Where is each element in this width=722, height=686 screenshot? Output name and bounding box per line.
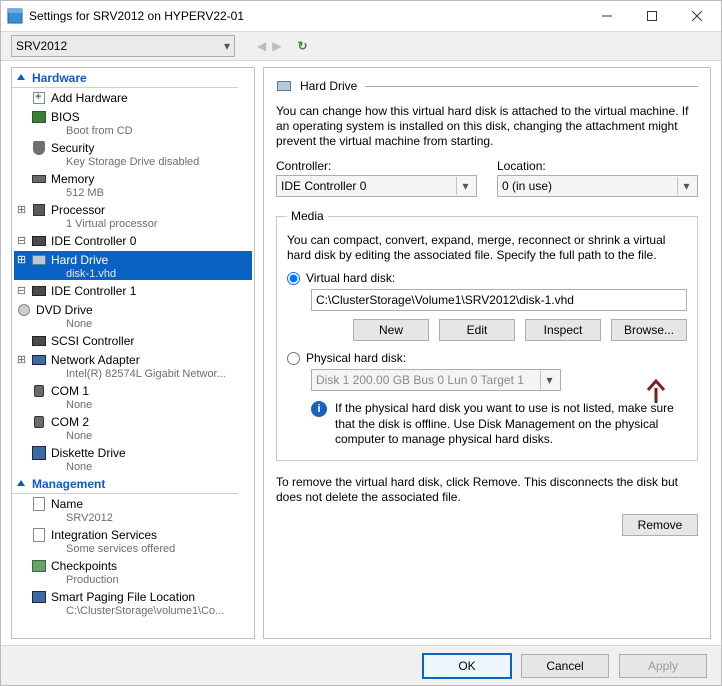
controller-icon xyxy=(31,233,47,249)
window-title: Settings for SRV2012 on HYPERV22-01 xyxy=(29,9,584,23)
expand-icon[interactable]: ⊞ xyxy=(16,355,27,366)
controller-select[interactable]: IDE Controller 0 ▾ xyxy=(276,175,477,197)
nav-back-icon[interactable]: ◀ xyxy=(257,39,266,53)
apply-button[interactable]: Apply xyxy=(619,654,707,678)
panel-intro-text: You can change how this virtual hard dis… xyxy=(276,104,698,149)
tree-node-bios[interactable]: BIOS Boot from CD xyxy=(12,107,254,138)
tree-node-security[interactable]: Security Key Storage Drive disabled xyxy=(12,138,254,169)
app-icon xyxy=(7,8,23,24)
close-button[interactable] xyxy=(674,1,719,31)
services-icon xyxy=(31,527,47,543)
chevron-down-icon: ▾ xyxy=(540,371,558,389)
tree-node-processor[interactable]: ⊞Processor 1 Virtual processor xyxy=(12,200,254,231)
vm-navigator-bar: SRV2012 ▾ ◀ ▶ ↻ xyxy=(1,31,721,61)
edit-button[interactable]: Edit xyxy=(439,319,515,341)
checkpoints-icon xyxy=(31,558,47,574)
new-button[interactable]: New xyxy=(353,319,429,341)
controller-icon xyxy=(31,333,47,349)
serial-port-icon xyxy=(31,414,47,430)
settings-tree[interactable]: Hardware Add Hardware BIOS Boot from CD … xyxy=(11,67,255,639)
serial-port-icon xyxy=(31,383,47,399)
detail-panel: Hard Drive You can change how this virtu… xyxy=(263,67,711,639)
tree-node-com1[interactable]: COM 1 None xyxy=(12,381,254,412)
expand-icon[interactable]: ⊞ xyxy=(16,255,27,266)
maximize-button[interactable] xyxy=(629,1,674,31)
refresh-icon[interactable]: ↻ xyxy=(297,39,307,53)
network-icon xyxy=(31,352,47,368)
physical-disk-select: Disk 1 200.00 GB Bus 0 Lun 0 Target 1 ▾ xyxy=(311,369,561,391)
remove-button[interactable]: Remove xyxy=(622,514,698,536)
chevron-down-icon: ▾ xyxy=(456,177,474,195)
management-section-header[interactable]: Management xyxy=(12,474,254,494)
dvd-icon xyxy=(16,302,32,318)
chevron-down-icon: ▾ xyxy=(224,39,230,53)
expand-icon[interactable]: ⊞ xyxy=(16,205,27,216)
bios-icon xyxy=(31,109,47,125)
tree-node-com2[interactable]: COM 2 None xyxy=(12,412,254,443)
media-group: Media You can compact, convert, expand, … xyxy=(276,209,698,461)
inspect-button[interactable]: Inspect xyxy=(525,319,601,341)
panel-title: Hard Drive xyxy=(300,79,357,93)
vhd-radio-input[interactable] xyxy=(287,272,300,285)
title-bar: Settings for SRV2012 on HYPERV22-01 xyxy=(1,1,721,31)
nav-forward-icon[interactable]: ▶ xyxy=(272,39,281,53)
hardware-section-header[interactable]: Hardware xyxy=(12,68,254,88)
collapse-icon[interactable]: ⊟ xyxy=(16,236,27,247)
chevron-down-icon: ▾ xyxy=(677,177,695,195)
controller-icon xyxy=(31,283,47,299)
tree-node-network[interactable]: ⊞Network Adapter Intel(R) 82574L Gigabit… xyxy=(12,350,254,381)
tree-node-hard-drive[interactable]: ⊞Hard Drive disk-1.vhd xyxy=(12,250,254,281)
tree-node-checkpoints[interactable]: Checkpoints Production xyxy=(12,556,254,587)
tree-node-smart-paging[interactable]: Smart Paging File Location C:\ClusterSto… xyxy=(12,587,254,618)
tree-node-dvd[interactable]: DVD Drive None xyxy=(12,300,254,331)
controller-label: Controller: xyxy=(276,159,477,173)
tree-node-memory[interactable]: Memory 512 MB xyxy=(12,169,254,200)
tree-node-ide0[interactable]: ⊟IDE Controller 0 xyxy=(12,231,254,250)
physical-radio-input[interactable] xyxy=(287,352,300,365)
ok-button[interactable]: OK xyxy=(423,654,511,678)
info-icon: i xyxy=(311,401,327,417)
physical-disk-info-text: If the physical hard disk you want to us… xyxy=(335,401,687,448)
remove-description: To remove the virtual hard disk, click R… xyxy=(276,475,698,506)
hard-drive-icon xyxy=(31,252,47,268)
tree-node-add-hardware[interactable]: Add Hardware xyxy=(12,88,254,107)
location-label: Location: xyxy=(497,159,698,173)
vm-selector-value: SRV2012 xyxy=(16,39,67,53)
tree-node-diskette[interactable]: Diskette Drive None xyxy=(12,443,254,474)
tree-node-name[interactable]: Name SRV2012 xyxy=(12,494,254,525)
location-select[interactable]: 0 (in use) ▾ xyxy=(497,175,698,197)
cpu-icon xyxy=(31,202,47,218)
add-hardware-icon xyxy=(31,90,47,106)
name-icon xyxy=(31,496,47,512)
shield-icon xyxy=(31,140,47,156)
media-legend: Media xyxy=(287,209,328,223)
media-description: You can compact, convert, expand, merge,… xyxy=(287,233,687,263)
minimize-button[interactable] xyxy=(584,1,629,31)
vhd-radio[interactable]: Virtual hard disk: xyxy=(287,271,687,285)
tree-node-scsi[interactable]: SCSI Controller xyxy=(12,331,254,350)
physical-radio[interactable]: Physical hard disk: xyxy=(287,351,687,365)
collapse-icon[interactable]: ⊟ xyxy=(16,286,27,297)
annotation-arrow-icon xyxy=(642,378,670,409)
hard-drive-icon xyxy=(276,78,292,94)
tree-node-integration[interactable]: Integration Services Some services offer… xyxy=(12,525,254,556)
browse-button[interactable]: Browse... xyxy=(611,319,687,341)
cancel-button[interactable]: Cancel xyxy=(521,654,609,678)
diskette-icon xyxy=(31,445,47,461)
vm-selector[interactable]: SRV2012 ▾ xyxy=(11,35,235,57)
tree-node-ide1[interactable]: ⊟IDE Controller 1 xyxy=(12,281,254,300)
vhd-path-input[interactable] xyxy=(311,289,687,311)
paging-file-icon xyxy=(31,589,47,605)
memory-icon xyxy=(31,171,47,187)
dialog-footer: OK Cancel Apply xyxy=(1,645,721,685)
